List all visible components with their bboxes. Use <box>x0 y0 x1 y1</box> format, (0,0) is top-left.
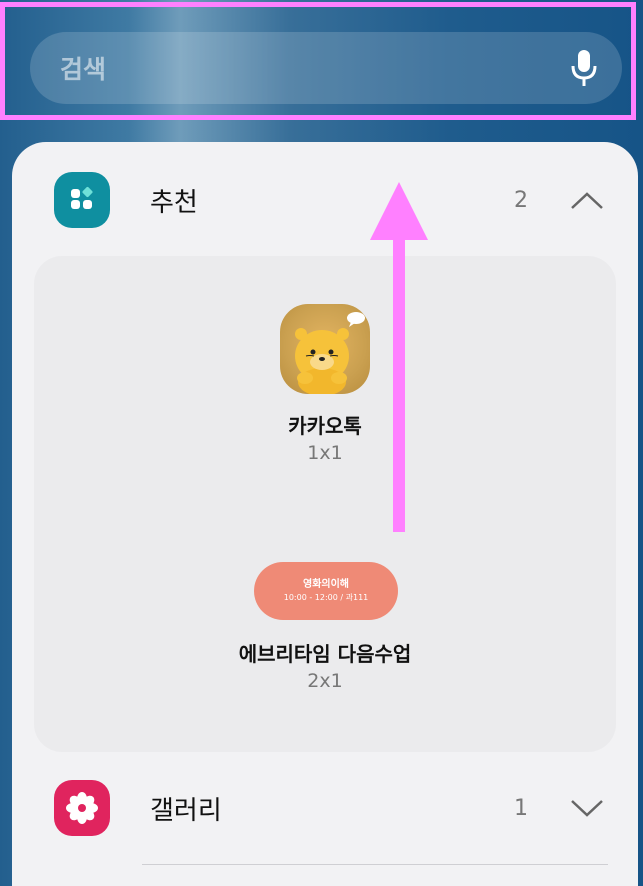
widget-size-everytime: 2x1 <box>307 670 343 692</box>
widget-size-kakaotalk: 1x1 <box>307 442 343 464</box>
widget-panel: 추천 2 카카오톡 1x1 영화의이해 10:00 - 12:00 / 과111… <box>12 142 638 886</box>
section-count: 2 <box>514 187 528 213</box>
everytime-widget-preview[interactable]: 영화의이해 10:00 - 12:00 / 과111 <box>254 562 398 620</box>
section-count: 1 <box>514 795 528 821</box>
preview-class-time: 10:00 - 12:00 / 과111 <box>283 593 369 602</box>
section-title: 추천 <box>150 187 198 218</box>
chevron-down-icon[interactable] <box>570 798 604 818</box>
preview-class-title: 영화의이해 <box>303 579 349 590</box>
section-header-gallery[interactable]: 갤러리 1 <box>12 768 638 848</box>
section-header-recommended[interactable]: 추천 2 <box>12 160 638 240</box>
grid-apps-icon <box>54 172 110 228</box>
chevron-up-icon[interactable] <box>570 190 604 210</box>
gallery-flower-icon <box>54 780 110 836</box>
widget-name-everytime: 에브리타임 다음수업 <box>238 642 412 666</box>
divider <box>142 864 608 865</box>
section-title: 갤러리 <box>150 795 222 826</box>
widget-list: 카카오톡 1x1 영화의이해 10:00 - 12:00 / 과111 에브리타… <box>34 256 616 752</box>
kakaotalk-icon[interactable] <box>280 304 370 394</box>
search-highlight-box <box>0 2 636 120</box>
scroll-up-arrow-annotation <box>370 182 428 532</box>
widget-name-kakaotalk: 카카오톡 <box>288 414 362 438</box>
